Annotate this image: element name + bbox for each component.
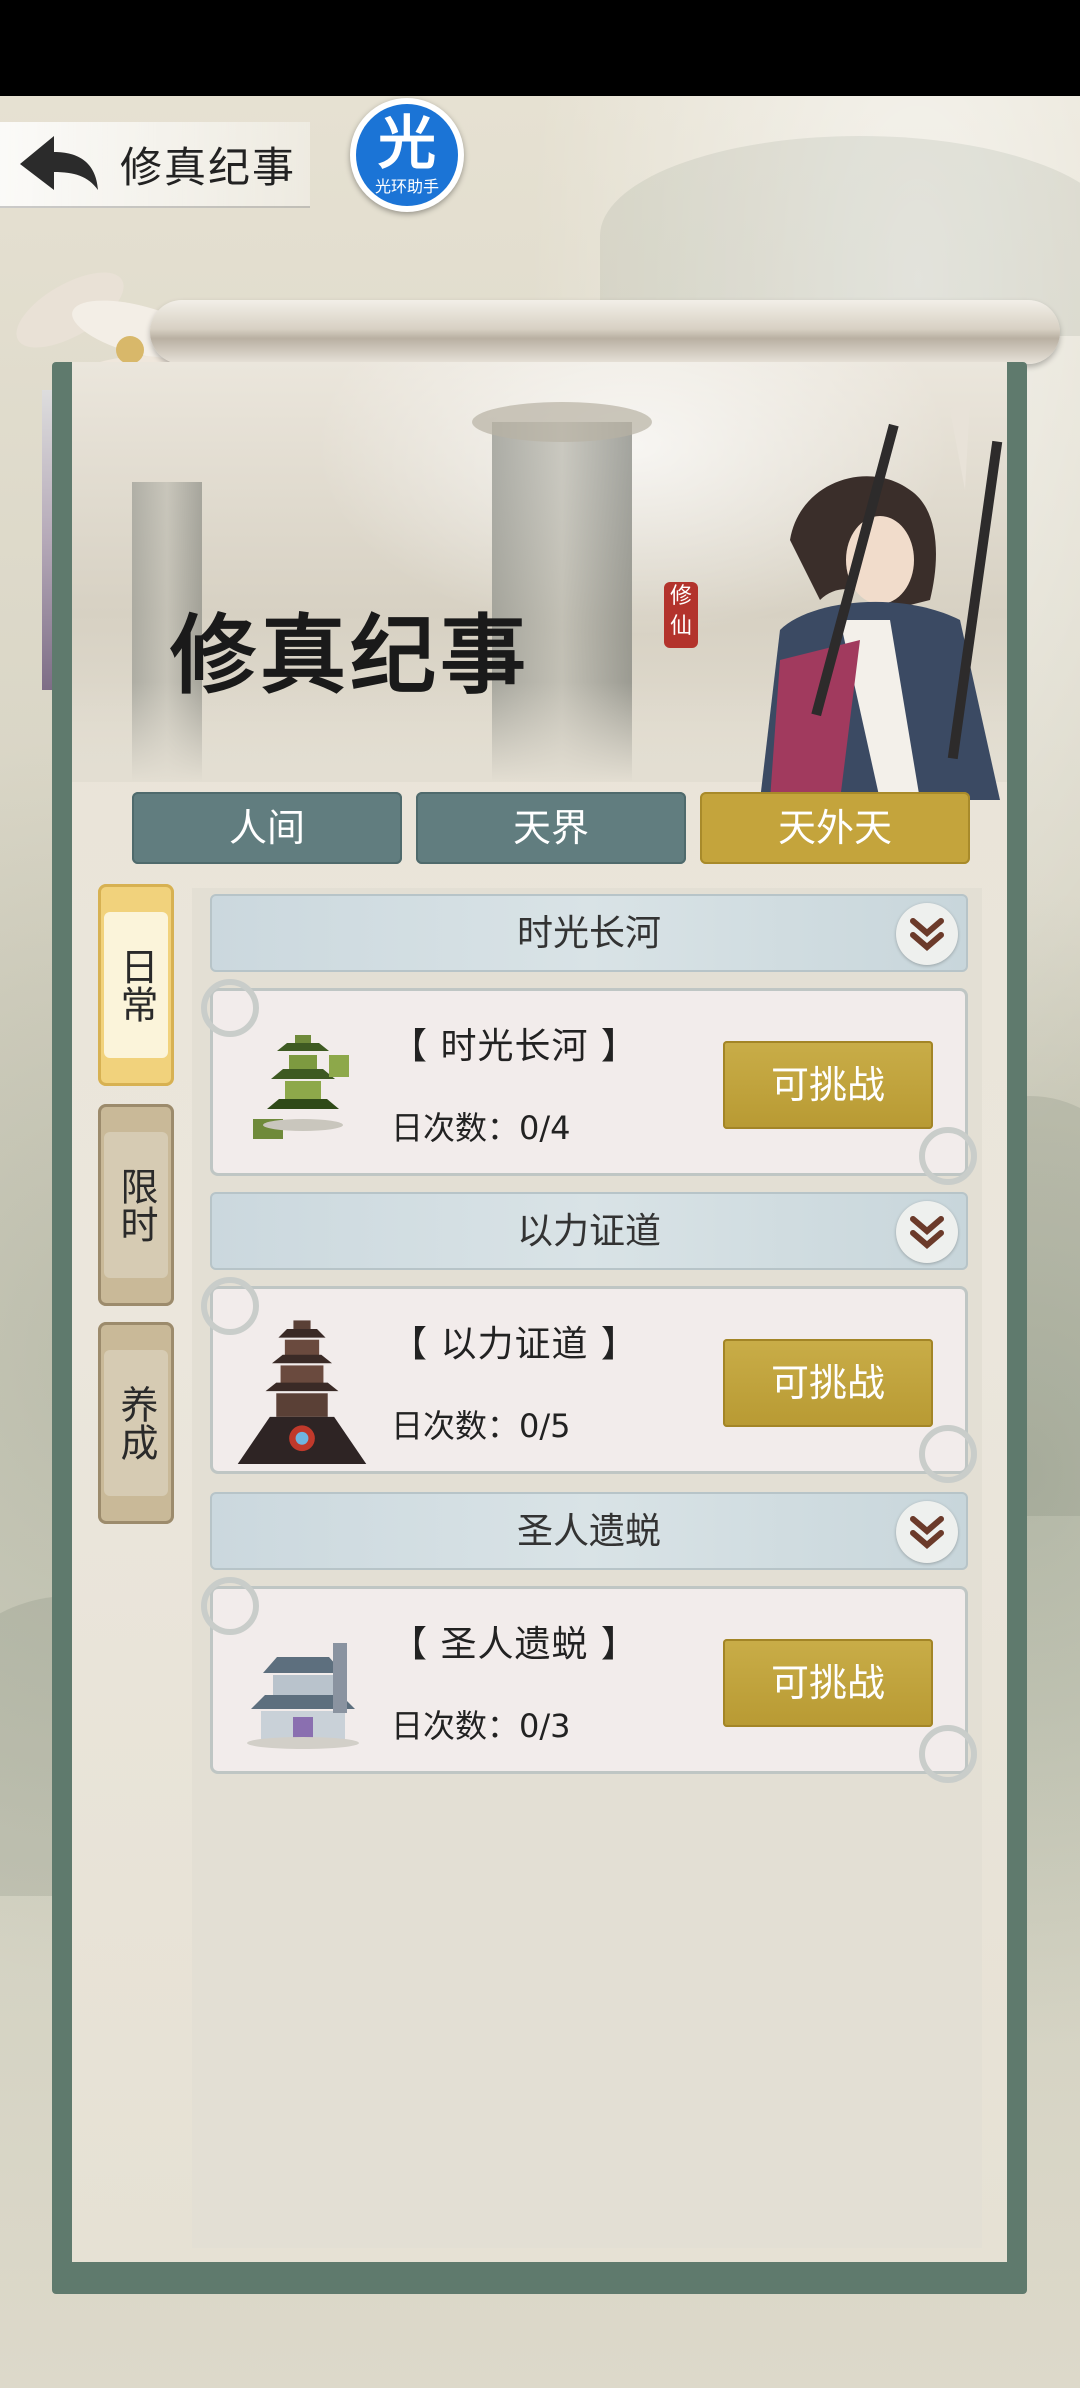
card-title: 【 圣人遗蜕 】 (391, 1624, 638, 1665)
expand-button[interactable] (896, 1501, 958, 1563)
tab-mortal-realm[interactable]: 人间 (132, 792, 402, 864)
card-title: 【 以力证道 】 (391, 1324, 638, 1365)
assistant-logo[interactable]: 光 光环助手 (350, 98, 464, 212)
back-button[interactable] (12, 128, 102, 200)
expand-button[interactable] (896, 1201, 958, 1263)
double-chevron-down-icon (910, 918, 944, 951)
pagoda-floating-icon (253, 1035, 349, 1139)
dungeon-card: 【 圣人遗蜕 】 日次数：0/3 可挑战 (201, 1577, 977, 1783)
status-bar (0, 0, 1080, 96)
dungeon-card: 【 时光长河 】 日次数：0/4 可挑战 (201, 979, 977, 1185)
dark-tower-icon (237, 1320, 367, 1464)
double-chevron-down-icon (910, 1516, 944, 1549)
section-header[interactable]: 圣人遗蜕 (210, 1492, 968, 1570)
section-header[interactable]: 以力证道 (210, 1192, 968, 1270)
side-tab-cultivate[interactable]: 养成 (98, 1322, 174, 1524)
dungeon-card: 【 以力证道 】 日次数：0/5 可挑战 (201, 1277, 977, 1483)
section-title: 以力证道 (516, 1211, 661, 1252)
side-tab-daily[interactable]: 日常 (98, 884, 174, 1086)
side-tab-daily-label: 日常 (104, 912, 168, 1058)
logo-subtitle: 光环助手 (374, 177, 439, 196)
card-title: 【 时光长河 】 (391, 1026, 638, 1067)
side-tab-cultivate-label: 养成 (104, 1350, 168, 1496)
back-arrow-icon (20, 136, 98, 190)
challenge-button[interactable]: 可挑战 (723, 1639, 933, 1727)
side-tab-limited[interactable]: 限时 (98, 1104, 174, 1306)
challenge-button[interactable]: 可挑战 (723, 1041, 933, 1129)
double-chevron-down-icon (910, 1216, 944, 1249)
challenge-button[interactable]: 可挑战 (723, 1339, 933, 1427)
page-title: 修真纪事 (120, 143, 297, 192)
section-title: 时光长河 (516, 913, 661, 954)
daily-count: 日次数：0/4 (391, 1109, 571, 1147)
tab-beyond-heaven[interactable]: 天外天 (700, 792, 970, 864)
scroll-rod (150, 300, 1060, 364)
daily-count: 日次数：0/3 (391, 1707, 571, 1745)
banner-title: 修真纪事 (170, 605, 530, 706)
logo-char: 光 (377, 109, 436, 177)
daily-count: 日次数：0/5 (391, 1407, 571, 1445)
palace-icon (247, 1643, 359, 1749)
expand-button[interactable] (896, 903, 958, 965)
section-title: 圣人遗蜕 (516, 1511, 661, 1552)
seal-stamp: 修仙 (664, 582, 698, 648)
side-tab-limited-label: 限时 (104, 1132, 168, 1278)
tab-heaven-realm[interactable]: 天界 (416, 792, 686, 864)
section-header[interactable]: 时光长河 (210, 894, 968, 972)
